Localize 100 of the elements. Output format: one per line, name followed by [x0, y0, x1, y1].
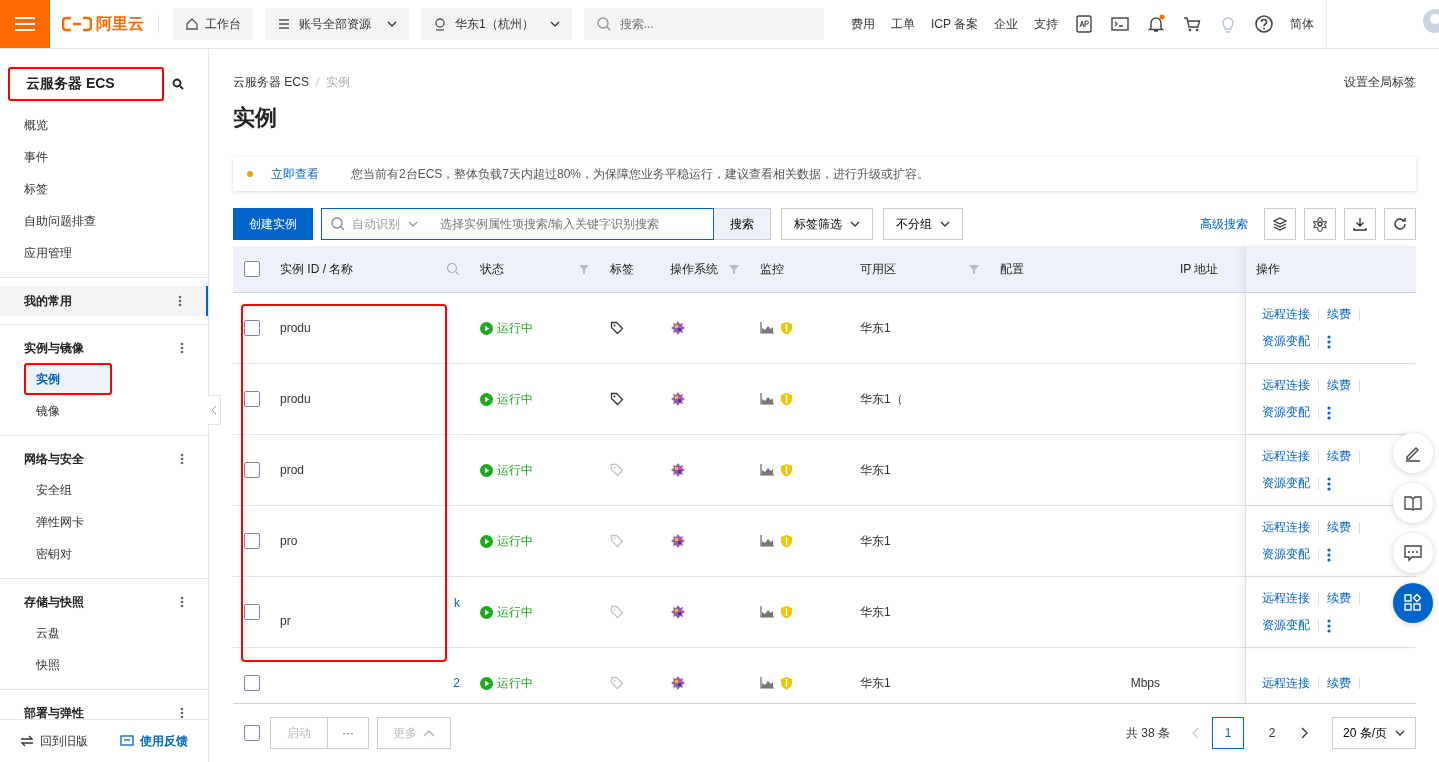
global-tags-link[interactable]: 设置全局标签	[1344, 73, 1416, 91]
language-link[interactable]: 简体	[1290, 15, 1314, 33]
sidebar-item[interactable]: 安全组	[24, 474, 84, 506]
chart-icon[interactable]	[760, 322, 774, 334]
more-icon[interactable]	[180, 707, 184, 719]
select-all-checkbox[interactable]	[243, 725, 260, 741]
remote-connect-link[interactable]: 远程连接	[1262, 519, 1310, 536]
more-icon[interactable]	[1327, 405, 1331, 420]
chart-icon[interactable]	[760, 606, 774, 618]
remote-connect-link[interactable]: 远程连接	[1262, 306, 1310, 323]
app-icon[interactable]	[1074, 14, 1094, 34]
view-now-link[interactable]: 立即查看	[271, 165, 319, 183]
remote-connect-link[interactable]: 远程连接	[1262, 448, 1310, 465]
remote-connect-link[interactable]: 远程连接	[1262, 674, 1310, 692]
chat-button[interactable]	[1393, 533, 1433, 573]
row-checkbox[interactable]	[243, 320, 260, 336]
sidebar-section[interactable]: 部署与弹性	[0, 698, 208, 719]
sidebar-item[interactable]: 自助问题排查	[0, 205, 208, 237]
cart-icon[interactable]	[1182, 14, 1202, 34]
row-checkbox[interactable]	[243, 675, 260, 691]
settings-button[interactable]	[1304, 208, 1336, 240]
more-icon[interactable]	[1327, 334, 1331, 349]
more-icon[interactable]	[180, 453, 184, 465]
row-checkbox[interactable]	[243, 462, 260, 478]
more-icon[interactable]	[1327, 618, 1331, 633]
resize-link[interactable]: 资源变配	[1262, 404, 1310, 421]
tag-icon[interactable]	[610, 321, 624, 335]
instance-id-link[interactable]: k	[454, 596, 460, 610]
search-icon[interactable]	[172, 78, 184, 90]
more-icon[interactable]	[178, 295, 182, 307]
feedback-link[interactable]: 使用反馈	[120, 732, 188, 750]
create-instance-button[interactable]: 创建实例	[233, 208, 313, 240]
bell-icon[interactable]	[1146, 14, 1166, 34]
more-icon[interactable]	[1327, 476, 1331, 491]
remote-connect-link[interactable]: 远程连接	[1262, 377, 1310, 394]
chart-icon[interactable]	[760, 464, 774, 476]
resize-link[interactable]: 资源变配	[1262, 475, 1310, 492]
old-version-link[interactable]: 回到旧版	[20, 732, 88, 750]
row-checkbox[interactable]	[243, 604, 260, 620]
chart-icon[interactable]	[760, 677, 774, 689]
collapse-handle[interactable]	[208, 395, 221, 425]
page-size-dropdown[interactable]: 20 条/页	[1332, 717, 1416, 749]
row-checkbox[interactable]	[243, 533, 260, 549]
instance-id-link[interactable]: 2	[453, 676, 460, 690]
sidebar-section[interactable]: 实例与镜像	[0, 333, 208, 363]
sidebar-item[interactable]: 标签	[0, 173, 208, 205]
nav-link[interactable]: 支持	[1034, 15, 1058, 33]
region-dropdown[interactable]: 华东1（杭州）	[421, 8, 572, 40]
sidebar-section[interactable]: 存储与快照	[0, 587, 208, 617]
more-icon[interactable]	[1327, 547, 1331, 562]
refresh-button[interactable]	[1384, 208, 1416, 240]
chart-icon[interactable]	[760, 393, 774, 405]
book-button[interactable]	[1393, 483, 1433, 523]
apps-button[interactable]	[1393, 583, 1433, 623]
sidebar-item[interactable]: 应用管理	[0, 237, 208, 269]
more-actions-button[interactable]: ···	[328, 717, 369, 749]
help-icon[interactable]	[1254, 14, 1274, 34]
sidebar-item[interactable]: 实例	[24, 363, 112, 395]
select-all-checkbox[interactable]	[243, 261, 260, 277]
renew-link[interactable]: 续费	[1327, 448, 1351, 465]
sidebar-item[interactable]: 快照	[24, 649, 72, 681]
download-button[interactable]	[1344, 208, 1376, 240]
page-button[interactable]: 1	[1212, 717, 1244, 749]
advanced-search-link[interactable]: 高级搜索	[1200, 215, 1248, 233]
resize-link[interactable]: 资源变配	[1262, 546, 1310, 563]
sidebar-item[interactable]: 镜像	[24, 395, 72, 427]
nav-link[interactable]: 工单	[890, 15, 915, 33]
sidebar-section[interactable]: 网络与安全	[0, 444, 208, 474]
renew-link[interactable]: 续费	[1327, 306, 1351, 323]
resize-link[interactable]: 资源变配	[1262, 333, 1310, 350]
next-icon[interactable]	[1300, 727, 1308, 739]
remote-connect-link[interactable]: 远程连接	[1262, 590, 1310, 607]
edit-button[interactable]	[1393, 433, 1433, 473]
row-checkbox[interactable]	[243, 391, 260, 407]
sidebar-item[interactable]: 云盘	[24, 617, 72, 649]
more-icon[interactable]	[180, 596, 184, 608]
search-button[interactable]: 搜索	[714, 208, 771, 240]
layers-button[interactable]	[1264, 208, 1296, 240]
renew-link[interactable]: 续费	[1327, 519, 1351, 536]
more-icon[interactable]	[180, 342, 184, 354]
breadcrumb-link[interactable]: 云服务器 ECS	[233, 73, 309, 91]
renew-link[interactable]: 续费	[1327, 377, 1351, 394]
nav-link[interactable]: ICP 备案	[930, 15, 978, 33]
sidebar-section[interactable]: 我的常用	[0, 286, 208, 316]
nav-link[interactable]: 费用	[850, 15, 875, 33]
grouping-dropdown[interactable]: 不分组	[883, 208, 963, 240]
nav-link[interactable]: 企业	[994, 15, 1018, 33]
renew-link[interactable]: 续费	[1327, 674, 1351, 692]
sidebar-item[interactable]: 事件	[0, 141, 208, 173]
terminal-icon[interactable]	[1110, 14, 1130, 34]
resize-link[interactable]: 资源变配	[1262, 617, 1310, 634]
renew-link[interactable]: 续费	[1327, 590, 1351, 607]
sidebar-item[interactable]: 弹性网卡	[24, 506, 96, 538]
sidebar-item[interactable]: 概览	[0, 109, 208, 141]
menu-button[interactable]	[0, 0, 50, 48]
workbench-button[interactable]: 工作台	[173, 8, 253, 40]
resource-scope-dropdown[interactable]: 账号全部资源	[265, 8, 409, 40]
chart-icon[interactable]	[760, 535, 774, 547]
tag-filter-dropdown[interactable]: 标签筛选	[781, 208, 873, 240]
tag-icon[interactable]	[610, 392, 624, 406]
